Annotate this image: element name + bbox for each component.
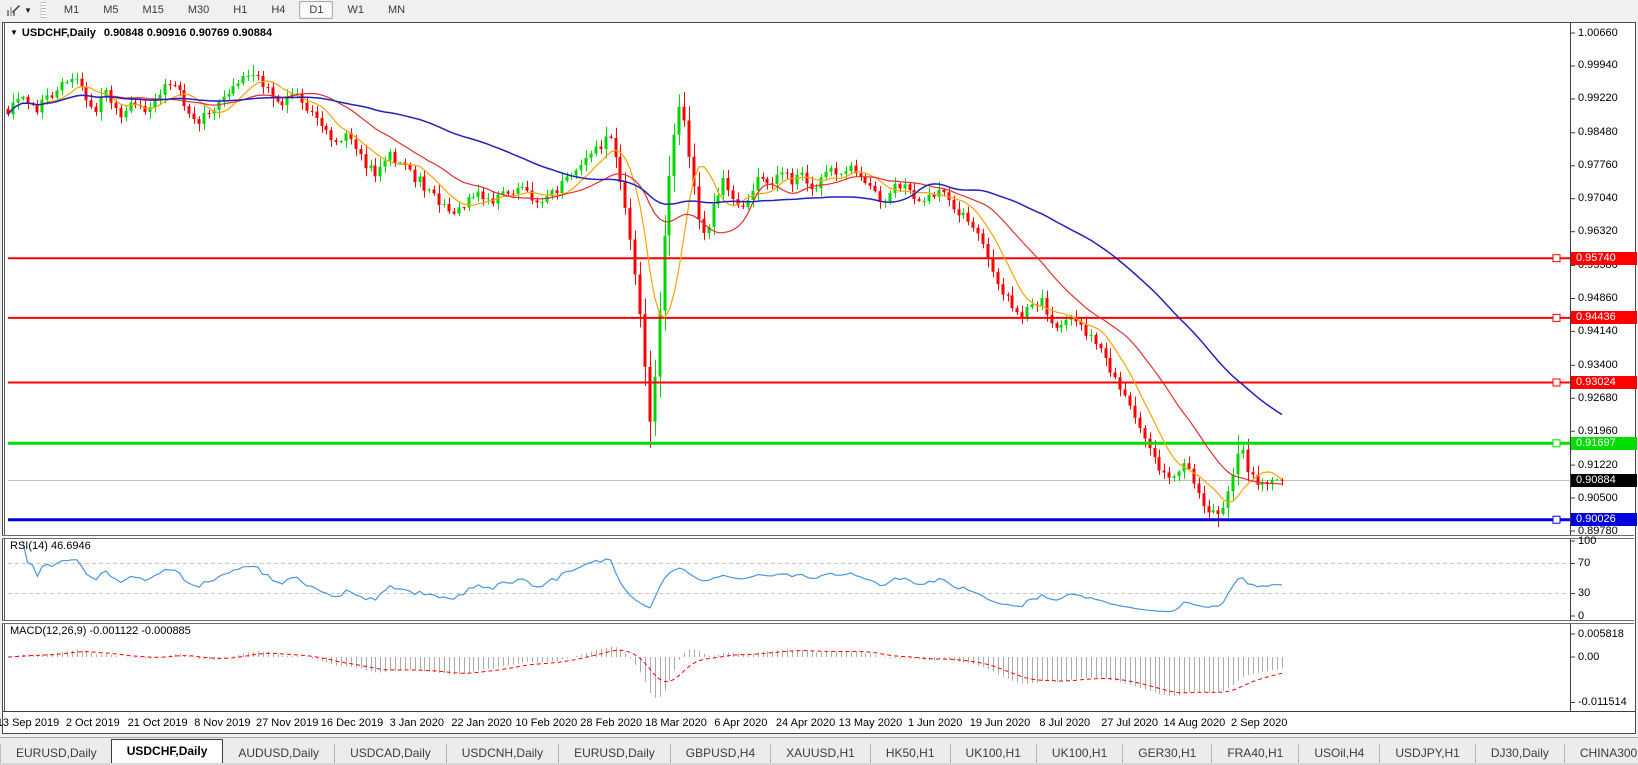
date-tick-label: 13 May 2020	[839, 717, 903, 729]
date-tick-label: 3 Jan 2020	[390, 717, 444, 729]
chart-tab[interactable]: UK100,H1	[950, 744, 1036, 763]
price-tick-label: 0.92680	[1578, 392, 1618, 404]
chart-tab[interactable]: USDJPY,H1	[1379, 744, 1474, 763]
chart-tab[interactable]: XAUUSD,H1	[770, 744, 870, 763]
price-tick-label: 0.91960	[1578, 425, 1618, 437]
date-tick-label: 19 Jun 2020	[970, 717, 1031, 729]
ohlc-readout: 0.90848 0.90916 0.90769 0.90884	[104, 27, 272, 39]
date-tick-label: 2 Oct 2019	[66, 717, 120, 729]
rsi-pane-splitter[interactable]	[2, 535, 1634, 539]
price-tick-label: 0.97760	[1578, 159, 1618, 171]
chart-window[interactable]	[2, 22, 1636, 734]
timeframe-button[interactable]: M15	[132, 1, 173, 19]
chart-tab-bar: EURUSD,DailyUSDCHF,DailyAUDUSD,DailyUSDC…	[0, 737, 1638, 763]
price-line-tag: 0.95740	[1571, 252, 1637, 265]
symbol-period-label: USDCHF,Daily	[22, 27, 96, 39]
rsi-label: RSI(14) 46.6946	[10, 540, 91, 552]
chart-tab[interactable]: EURUSD,Daily	[558, 744, 670, 763]
date-tick-label: 18 Mar 2020	[645, 717, 707, 729]
timeframe-button[interactable]: M5	[93, 1, 128, 19]
timeframe-button[interactable]: M1	[54, 1, 89, 19]
rsi-tick-label: 0	[1578, 610, 1584, 622]
date-axis-border	[2, 711, 1636, 712]
chart-tab[interactable]: UK100,H1	[1036, 744, 1122, 763]
date-tick-label: 27 Jul 2020	[1101, 717, 1158, 729]
timeframe-button[interactable]: H4	[261, 1, 295, 19]
price-tick-label: 0.97040	[1578, 192, 1618, 204]
date-tick-label: 16 Dec 2019	[321, 717, 383, 729]
timeframe-button[interactable]: MN	[378, 1, 415, 19]
price-line-tag: 0.93024	[1571, 376, 1637, 389]
price-line-tag: 0.94436	[1571, 311, 1637, 324]
date-tick-label: 2 Sep 2020	[1231, 717, 1287, 729]
price-tick-label: 0.94140	[1578, 325, 1618, 337]
trading-terminal-window: ▼ M1M5M15 M30H1H4D1W1MN ▼ USDCHF,Daily 0.90…	[0, 0, 1638, 765]
price-line-tag: 0.91697	[1571, 437, 1637, 450]
macd-label: MACD(12,26,9) -0.001122 -0.000885	[10, 625, 191, 637]
price-tick-label: 0.93400	[1578, 359, 1618, 371]
date-tick-label: 8 Jul 2020	[1039, 717, 1090, 729]
macd-tick-label: 0.005818	[1578, 628, 1624, 640]
macd-tick-label: 0.00	[1578, 651, 1599, 663]
date-tick-label: 13 Sep 2019	[0, 717, 59, 729]
timeframe-buttons: M1M5M15 M30H1H4D1W1MN	[52, 0, 417, 20]
chart-tab[interactable]: DJ30,Daily	[1475, 744, 1564, 763]
price-tick-label: 0.90500	[1578, 492, 1618, 504]
date-tick-label: 10 Feb 2020	[516, 717, 578, 729]
chart-tab[interactable]: USDCAD,Daily	[334, 744, 446, 763]
chart-tab[interactable]: USDCNH,Daily	[446, 744, 558, 763]
chart-tab[interactable]: EURUSD,Daily	[1, 744, 112, 763]
timeframe-button[interactable]: D1	[299, 1, 333, 19]
toolbar-grip[interactable]	[40, 2, 46, 18]
price-tick-label: 0.99220	[1578, 92, 1618, 104]
timeframe-button[interactable]: H1	[223, 1, 257, 19]
chart-tab[interactable]: HK50,H1	[870, 744, 950, 763]
rsi-tick-label: 30	[1578, 587, 1590, 599]
chart-tab[interactable]: FRA40,H1	[1211, 744, 1298, 763]
date-tick-label: 6 Apr 2020	[714, 717, 767, 729]
date-tick-label: 27 Nov 2019	[256, 717, 318, 729]
date-tick-label: 14 Aug 2020	[1163, 717, 1225, 729]
rsi-tick-label: 100	[1578, 535, 1596, 547]
date-tick-label: 21 Oct 2019	[128, 717, 188, 729]
chart-left-border	[4, 22, 5, 711]
price-line-tag: 0.90026	[1571, 513, 1637, 526]
chart-tab[interactable]: GER30,H1	[1122, 744, 1211, 763]
price-tick-label: 0.98480	[1578, 126, 1618, 138]
date-tick-label: 22 Jan 2020	[451, 717, 512, 729]
chart-title: ▼ USDCHF,Daily 0.90848 0.90916 0.90769 0.9…	[10, 27, 272, 39]
date-tick-label: 1 Jun 2020	[908, 717, 962, 729]
macd-pane-splitter[interactable]	[2, 620, 1634, 624]
chart-tab[interactable]: GBPUSD,H4	[670, 744, 770, 763]
rsi-tick-label: 70	[1578, 557, 1590, 569]
timeframe-button[interactable]: W1	[337, 1, 374, 19]
date-tick-label: 8 Nov 2019	[194, 717, 250, 729]
timeframe-button[interactable]: M30	[178, 1, 219, 19]
price-tick-label: 0.91220	[1578, 459, 1618, 471]
chart-tool-icon[interactable]: ▼	[0, 1, 38, 19]
chart-tabs: EURUSD,DailyUSDCHF,DailyAUDUSD,DailyUSDC…	[1, 739, 1638, 763]
price-tick-label: 0.94860	[1578, 292, 1618, 304]
timeframe-toolbar: ▼ M1M5M15 M30H1H4D1W1MN	[0, 0, 1638, 20]
date-tick-label: 28 Feb 2020	[580, 717, 642, 729]
chart-tab[interactable]: AUDUSD,Daily	[222, 744, 334, 763]
chart-pen-icon	[6, 4, 21, 17]
chart-tab[interactable]: USOil,H4	[1298, 744, 1379, 763]
chart-tab[interactable]: USDCHF,Daily	[111, 739, 224, 763]
chart-tab[interactable]: CHINA300,H1	[1564, 744, 1638, 763]
date-tick-label: 24 Apr 2020	[776, 717, 835, 729]
price-tick-label: 0.99940	[1578, 59, 1618, 71]
current-price-tag: 0.90884	[1571, 474, 1637, 487]
macd-tick-label: -0.011514	[1578, 696, 1627, 708]
chevron-down-icon: ▼	[24, 6, 32, 15]
price-axis-border	[1570, 22, 1571, 712]
price-tick-label: 0.96320	[1578, 225, 1618, 237]
collapse-arrow-icon[interactable]: ▼	[10, 28, 18, 37]
price-tick-label: 1.00660	[1578, 27, 1618, 39]
